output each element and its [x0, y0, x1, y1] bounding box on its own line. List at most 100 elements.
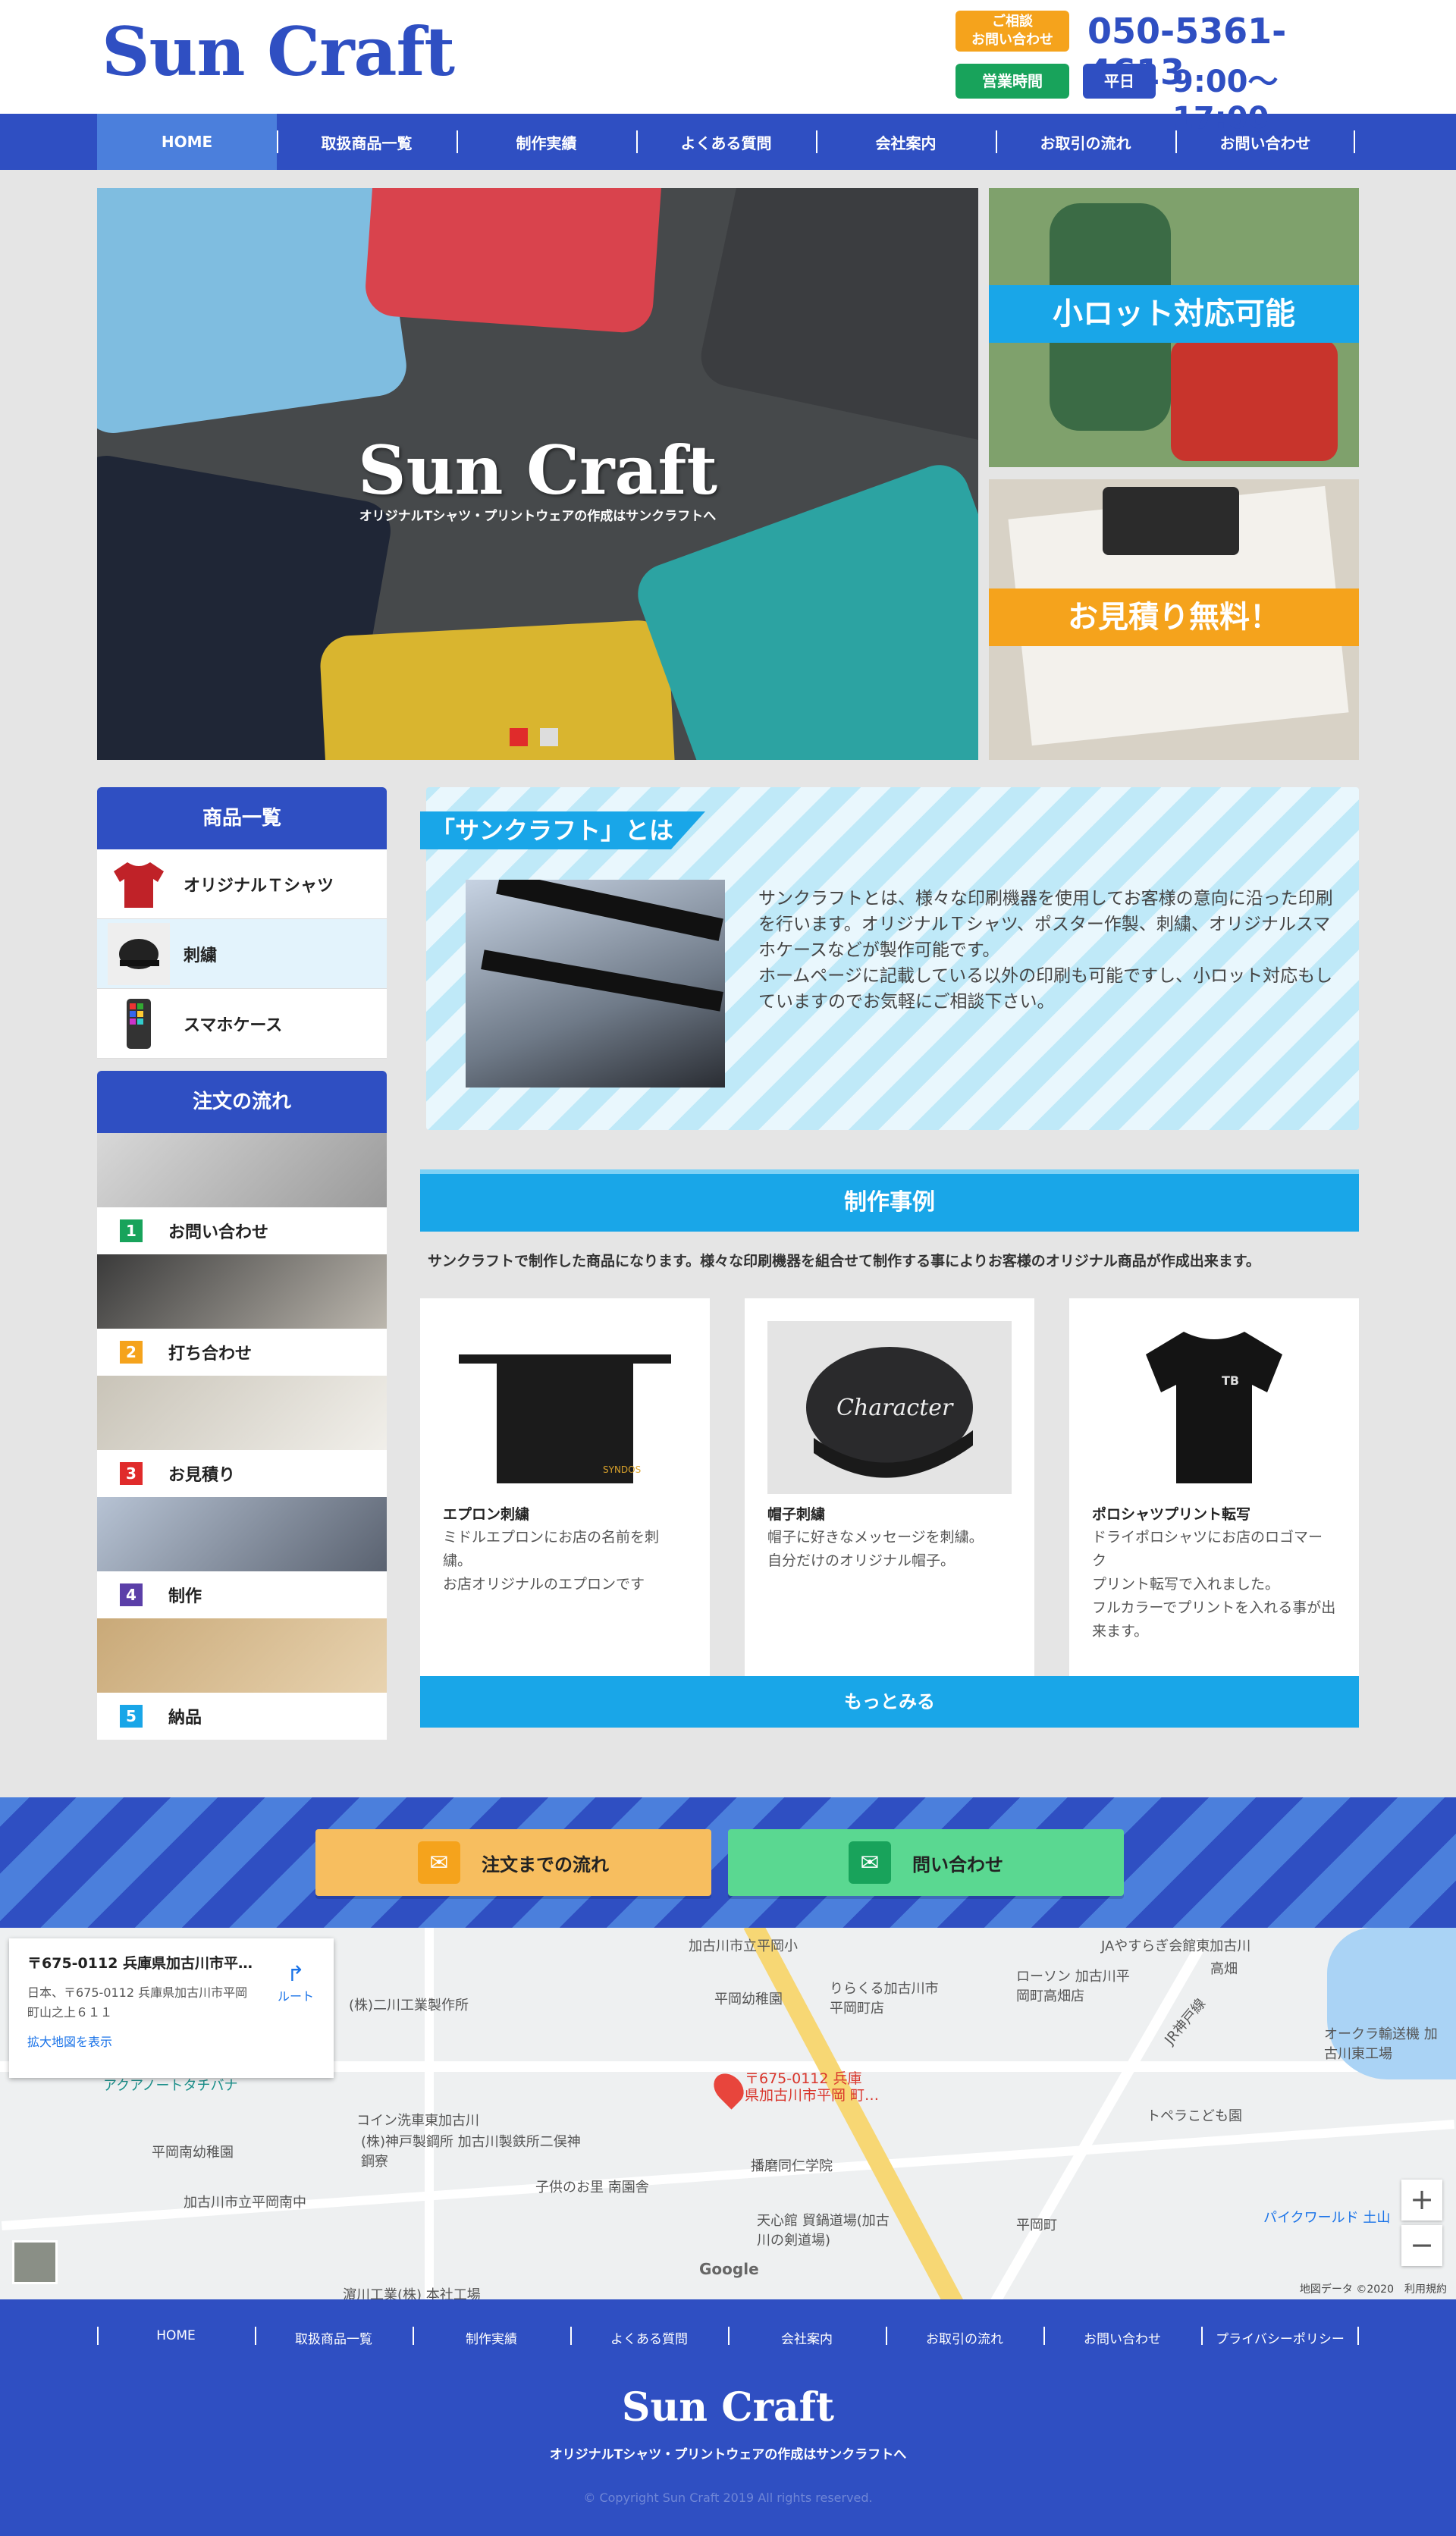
footer-nav-company[interactable]: 会社案内: [728, 2327, 886, 2347]
contact-button[interactable]: ✉ 問い合わせ: [728, 1829, 1124, 1896]
more-button[interactable]: もっとみる: [420, 1676, 1359, 1728]
satellite-toggle[interactable]: [12, 2240, 58, 2284]
footer-logo[interactable]: Sun Craft: [0, 2384, 1456, 2431]
flow-step-5[interactable]: 5 納品: [97, 1618, 387, 1740]
card-title: ポロシャツプリント転写: [1092, 1506, 1251, 1523]
order-flow-button[interactable]: ✉ 注文までの流れ: [315, 1829, 711, 1896]
map-label: りらくる加古川市平岡町店: [830, 1981, 939, 2017]
map-road: [1, 2120, 1455, 2230]
product-item-tshirt[interactable]: オリジナルＴシャツ: [97, 849, 387, 919]
footer-copyright: © Copyright Sun Craft 2019 All rights re…: [583, 2490, 873, 2505]
map-pin-icon[interactable]: [708, 2067, 750, 2110]
work-card-polo[interactable]: TB ポロシャツプリント転写 ドライポロシャツにお店のロゴマーク プリント転写で…: [1069, 1298, 1359, 1676]
nav-contact[interactable]: お問い合わせ: [1175, 114, 1355, 170]
step-number: 2: [120, 1341, 143, 1364]
works-lead: サンクラフトで制作した商品になります。様々な印刷機器を組合せて制作する事によりお…: [428, 1253, 1260, 1270]
nav-home[interactable]: HOME: [97, 114, 277, 170]
banner-small-lot[interactable]: 小ロット対応可能: [989, 188, 1359, 467]
step-number: 1: [120, 1219, 143, 1242]
step-label: お問い合わせ: [168, 1223, 269, 1242]
footer-nav-works[interactable]: 制作実績: [413, 2327, 570, 2347]
map-label: JAやすらぎ会館東加古川: [1101, 1938, 1251, 1954]
flow-list: 1 お問い合わせ 2 打ち合わせ 3 お見積り 4 制作 5 納品: [97, 1133, 387, 1740]
nav-works[interactable]: 制作実績: [457, 114, 636, 170]
product-item-embroidery[interactable]: 刺繍: [97, 919, 387, 989]
google-map[interactable]: 加古川市立平岡小 JAやすらぎ会館東加古川 (株)二川工業製作所 平岡幼稚園 り…: [0, 1928, 1456, 2299]
flow-heading: 注文の流れ: [97, 1071, 387, 1133]
step-label: 打ち合わせ: [168, 1345, 253, 1364]
slider-dot-active[interactable]: [510, 728, 528, 746]
mail-icon: ✉: [849, 1841, 891, 1884]
footer-nav-flow[interactable]: お取引の流れ: [886, 2327, 1043, 2347]
map-label: パイクワールド 土山: [1263, 2210, 1391, 2226]
hours-badge: 営業時間: [956, 64, 1069, 99]
shirt-image: [695, 188, 978, 446]
product-label: スマホケース: [184, 1015, 283, 1035]
step-label: 制作: [168, 1587, 202, 1606]
polo-print: TB: [1222, 1373, 1239, 1388]
footer-nav-faq[interactable]: よくある質問: [570, 2327, 728, 2347]
map-label: 加古川市立平岡小: [689, 1938, 798, 1954]
quote-photo: [97, 1376, 387, 1450]
flow-step-3[interactable]: 3 お見積り: [97, 1376, 387, 1497]
production-photo: [97, 1497, 387, 1571]
pin-label-line: 県加古川市平岡 町…: [745, 2087, 880, 2104]
site-logo[interactable]: Sun Craft: [102, 12, 455, 91]
work-card-apron[interactable]: SYNDOS エプロン刺繍 ミドルエプロンにお店の名前を刺繍。 お店オリジナルの…: [420, 1298, 710, 1676]
nav-company[interactable]: 会社案内: [816, 114, 996, 170]
clip-image: [1103, 487, 1239, 555]
map-info-window: 〒675-0112 兵庫県加古川市平… 日本、〒675-0112 兵庫県加古川市…: [9, 1938, 334, 2078]
flow-step-2[interactable]: 2 打ち合わせ: [97, 1254, 387, 1376]
map-label: トペラこども園: [1147, 2108, 1242, 2124]
card-text: 帽子に好きなメッセージを刺繍。 自分だけのオリジナル帽子。: [767, 1529, 984, 1569]
flow-step-4[interactable]: 4 制作: [97, 1497, 387, 1618]
hero-slider[interactable]: Sun Craft オリジナルTシャツ・プリントウェアの作成はサンクラフトへ: [97, 188, 978, 760]
card-title: エプロン刺繍: [443, 1506, 530, 1523]
works-heading: 制作事例: [420, 1169, 1359, 1232]
slider-dots: [510, 728, 558, 746]
map-label: 播磨同仁学院: [751, 2158, 833, 2174]
slider-dot[interactable]: [540, 728, 558, 746]
banner-small-lot-label: 小ロット対応可能: [989, 285, 1359, 343]
map-label: 平岡町: [1016, 2217, 1057, 2233]
nav-flow[interactable]: お取引の流れ: [996, 114, 1175, 170]
hero-subtitle: オリジナルTシャツ・プリントウェアの作成はサンクラフトへ: [359, 509, 717, 524]
zoom-in-button[interactable]: +: [1401, 2180, 1442, 2221]
card-title: 帽子刺繍: [767, 1506, 826, 1523]
footer-nav-products[interactable]: 取扱商品一覧: [255, 2327, 413, 2347]
route-label: ルート: [277, 1989, 314, 2004]
larger-map-link[interactable]: 拡大地図を表示: [27, 2032, 315, 2050]
product-item-phonecase[interactable]: スマホケース: [97, 989, 387, 1059]
zoom-out-button[interactable]: −: [1401, 2225, 1442, 2266]
sidebar: 商品一覧 オリジナルＴシャツ 刺繍 スマホケース 注文の流れ 1 お問い合わせ 2…: [97, 787, 387, 1740]
main-nav: HOME 取扱商品一覧 制作実績 よくある質問 会社案内 お取引の流れ お問い合…: [0, 114, 1456, 170]
map-label: (株)二川工業製作所: [349, 1998, 469, 2013]
footer-nav-privacy[interactable]: プライバシーポリシー: [1201, 2327, 1359, 2347]
cap-image: Character: [767, 1321, 1012, 1494]
route-button[interactable]: ↱ ルート: [278, 1961, 314, 2004]
map-info-title: 〒675-0112 兵庫県加古川市平…: [27, 1955, 253, 1972]
step-number: 4: [120, 1583, 143, 1606]
apron-print: SYNDOS: [603, 1464, 641, 1475]
work-card-cap[interactable]: Character 帽子刺繍 帽子に好きなメッセージを刺繍。 自分だけのオリジナ…: [745, 1298, 1034, 1676]
footer-nav-contact[interactable]: お問い合わせ: [1043, 2327, 1201, 2347]
map-label: 加古川市立平岡南中: [184, 2195, 306, 2211]
nav-faq[interactable]: よくある質問: [636, 114, 816, 170]
banner-free-quote[interactable]: お見積り無料！: [989, 479, 1359, 760]
products-heading: 商品一覧: [97, 787, 387, 849]
nav-products[interactable]: 取扱商品一覧: [277, 114, 457, 170]
footer-nav-home[interactable]: HOME: [97, 2327, 255, 2347]
footer-nav: HOME 取扱商品一覧 制作実績 よくある質問 会社案内 お取引の流れ お問い合…: [97, 2327, 1359, 2347]
printing-machine-photo: [466, 880, 725, 1088]
shirt-image: [363, 188, 665, 334]
footer-subtitle: オリジナルTシャツ・プリントウェアの作成はサンクラフトへ: [549, 2447, 907, 2462]
directions-icon: ↱: [287, 1961, 305, 1986]
map-label: 子供のお里 南園舎: [535, 2180, 649, 2195]
step-number: 3: [120, 1462, 143, 1485]
map-label: ローソン 加古川平岡町高畑店: [1016, 1969, 1130, 2004]
flow-step-1[interactable]: 1 お問い合わせ: [97, 1133, 387, 1254]
contact-label: お問い合わせ: [971, 32, 1053, 48]
step-label: 納品: [168, 1709, 202, 1728]
map-copyright[interactable]: 地図データ ©2020 利用規約: [1300, 2281, 1447, 2296]
apron-image: SYNDOS: [443, 1321, 687, 1494]
